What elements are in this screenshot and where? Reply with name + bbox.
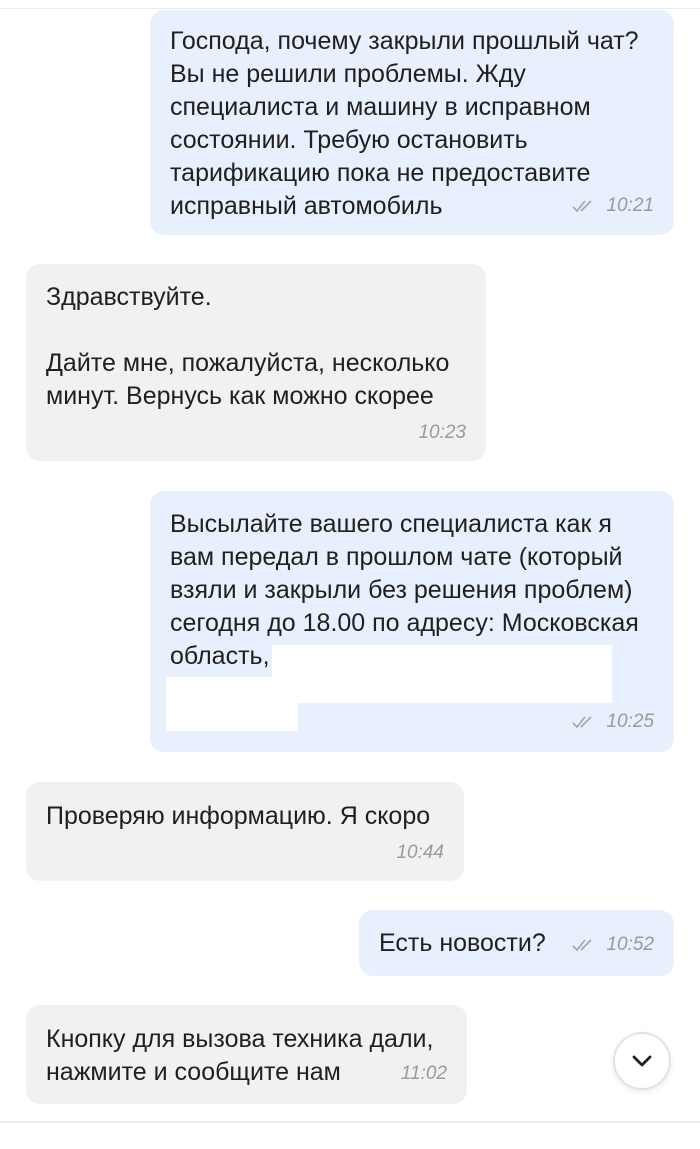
scroll-to-bottom-button[interactable] [613,1032,671,1090]
message-text: Господа, почему закрыли прошлый чат? Вы … [170,27,639,220]
message-text: Есть новости? [379,929,546,957]
message-bubble-incoming: Кнопку для вызова техника дали, нажмите … [26,1005,467,1104]
message-meta: 11:02 [401,1063,447,1085]
message-meta: 10:25 [572,711,654,733]
message-time: 10:52 [606,934,654,955]
message-bubble-outgoing: Есть новости? 10:52 [359,910,674,976]
bottom-divider [0,1121,700,1123]
redaction-block [166,677,298,731]
message-meta: 10:23 [418,422,466,444]
message-meta: 10:21 [572,195,654,217]
redaction-block [272,645,612,703]
message-text: Здравствуйте. Дайте мне, пожалуйста, нес… [46,283,450,410]
double-check-icon [572,200,593,213]
message-time: 10:25 [606,711,654,732]
message-text: Кнопку для вызова техника дали, нажмите … [46,1025,434,1086]
message-time: 11:02 [400,1063,447,1084]
message-time: 10:23 [418,422,466,443]
message-bubble-incoming: Проверяю информацию. Я скоро 10:44 [26,782,464,881]
message-meta: 10:44 [396,842,444,864]
message-text: Проверяю информацию. Я скоро [46,802,431,830]
chevron-down-icon [632,1055,652,1067]
message-bubble-outgoing: Господа, почему закрыли прошлый чат? Вы … [150,10,674,235]
top-divider [0,8,700,9]
double-check-icon [572,939,593,952]
message-bubble-incoming: Здравствуйте. Дайте мне, пожалуйста, нес… [26,264,486,461]
message-time: 10:44 [396,842,444,863]
message-time: 10:21 [606,195,654,216]
message-meta: 10:52 [572,934,654,956]
double-check-icon [572,716,593,729]
